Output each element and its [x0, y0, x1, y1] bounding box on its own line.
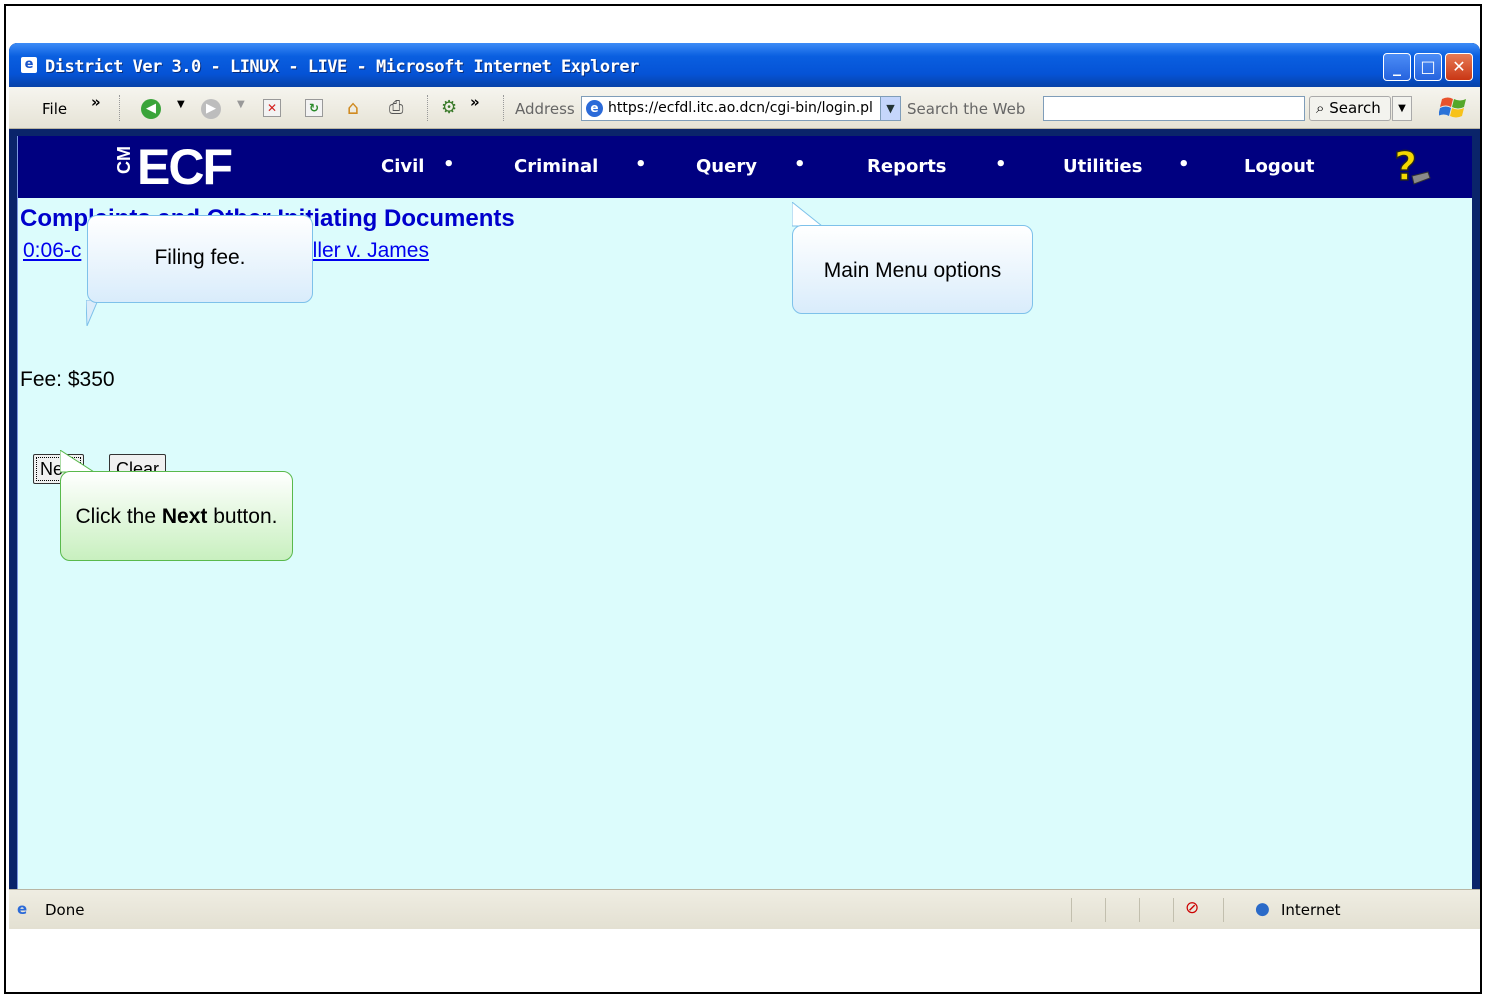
ie-page-icon: e	[21, 57, 37, 73]
callout-click-next: Click the Next button.	[60, 471, 293, 561]
privacy-icon[interactable]: ⊘	[1185, 898, 1199, 918]
toolbar-separator	[119, 95, 121, 121]
menu-separator-dot: •	[635, 154, 647, 175]
toolbar-chevron-icon[interactable]: »	[470, 93, 480, 111]
stop-icon[interactable]: ✕	[263, 99, 281, 117]
refresh-icon[interactable]: ↻	[305, 99, 323, 117]
windows-logo-icon	[1439, 97, 1466, 118]
search-web-label: Search the Web	[907, 100, 1026, 118]
callout-filing-fee: Filing fee.	[87, 215, 313, 303]
status-divider	[1139, 898, 1140, 922]
status-bar: e Done ⊘ ● Internet	[9, 889, 1480, 929]
menu-separator-dot: •	[1178, 154, 1190, 175]
ie-page-icon: e	[586, 100, 603, 117]
logo-cm-text: CM	[114, 146, 134, 174]
menu-query[interactable]: Query	[696, 156, 757, 177]
menu-civil[interactable]: Civil	[381, 156, 424, 177]
callout-bold-text: Next	[161, 505, 208, 528]
menu-separator-dot: •	[995, 154, 1007, 175]
forward-icon[interactable]: ▶	[201, 99, 221, 119]
help-icon[interactable]: ?	[1388, 142, 1432, 190]
title-bar: e District Ver 3.0 - LINUX - LIVE - Micr…	[9, 43, 1480, 87]
status-done: Done	[45, 901, 85, 919]
menu-chevron-icon[interactable]: »	[91, 93, 101, 111]
status-divider	[1071, 898, 1072, 922]
window-title: District Ver 3.0 - LINUX - LIVE - Micros…	[45, 57, 639, 77]
address-bar[interactable]: e https://ecfdl.itc.ao.dcn/cgi-bin/login…	[581, 96, 901, 121]
status-divider	[1223, 898, 1224, 922]
search-dropdown-icon[interactable]: ▼	[1392, 96, 1412, 121]
search-input[interactable]	[1043, 96, 1305, 121]
case-number-link[interactable]: 0:06-c	[23, 239, 81, 263]
callout-text: button.	[207, 505, 278, 528]
status-divider	[1105, 898, 1106, 922]
home-icon[interactable]: ⌂	[347, 97, 359, 119]
search-button[interactable]: ⌕ Search	[1309, 96, 1391, 121]
callout-main-menu: Main Menu options	[792, 225, 1033, 314]
menu-utilities[interactable]: Utilities	[1063, 156, 1142, 177]
forward-dropdown-icon[interactable]: ▼	[237, 99, 245, 110]
maximize-icon[interactable]: □	[1414, 53, 1442, 81]
ie-page-icon: e	[17, 900, 28, 918]
ie-tools-icon[interactable]: ⚙	[441, 97, 457, 118]
search-button-label: Search	[1329, 99, 1381, 117]
address-label: Address	[515, 100, 575, 118]
address-dropdown-icon[interactable]: ▼	[880, 97, 900, 120]
status-zone: Internet	[1281, 901, 1341, 919]
callout-tail	[86, 300, 98, 326]
menu-logout[interactable]: Logout	[1244, 156, 1315, 177]
logo-ecf-text: ECF	[137, 139, 233, 195]
back-dropdown-icon[interactable]: ▼	[177, 99, 185, 110]
globe-icon: ●	[1255, 899, 1270, 919]
browser-toolbar: File » ◀ ▼ ▶ ▼ ✕ ↻ ⌂ ⎙ ⚙ » Address e htt…	[9, 87, 1480, 129]
back-icon[interactable]: ◀	[141, 99, 161, 119]
fee-label: Fee: $350	[20, 368, 115, 391]
print-icon[interactable]: ⎙	[389, 97, 403, 118]
menu-criminal[interactable]: Criminal	[514, 156, 598, 177]
address-value: https://ecfdl.itc.ao.dcn/cgi-bin/login.p…	[608, 100, 873, 116]
close-icon[interactable]: ✕	[1445, 53, 1473, 81]
search-icon: ⌕	[1316, 99, 1325, 117]
file-menu[interactable]: File	[42, 100, 67, 118]
ecf-menu-bar: CMECF Civil • Criminal • Query • Reports…	[18, 136, 1472, 198]
callout-text: Click the	[75, 505, 162, 528]
menu-reports[interactable]: Reports	[867, 156, 947, 177]
cmecf-logo: CMECF	[114, 138, 233, 196]
minimize-icon[interactable]: _	[1383, 53, 1411, 81]
case-name-link[interactable]: iller v. James	[308, 239, 429, 263]
menu-separator-dot: •	[794, 154, 806, 175]
status-divider	[1173, 898, 1174, 922]
toolbar-separator	[427, 95, 429, 121]
toolbar-separator	[503, 95, 505, 121]
menu-separator-dot: •	[443, 154, 455, 175]
